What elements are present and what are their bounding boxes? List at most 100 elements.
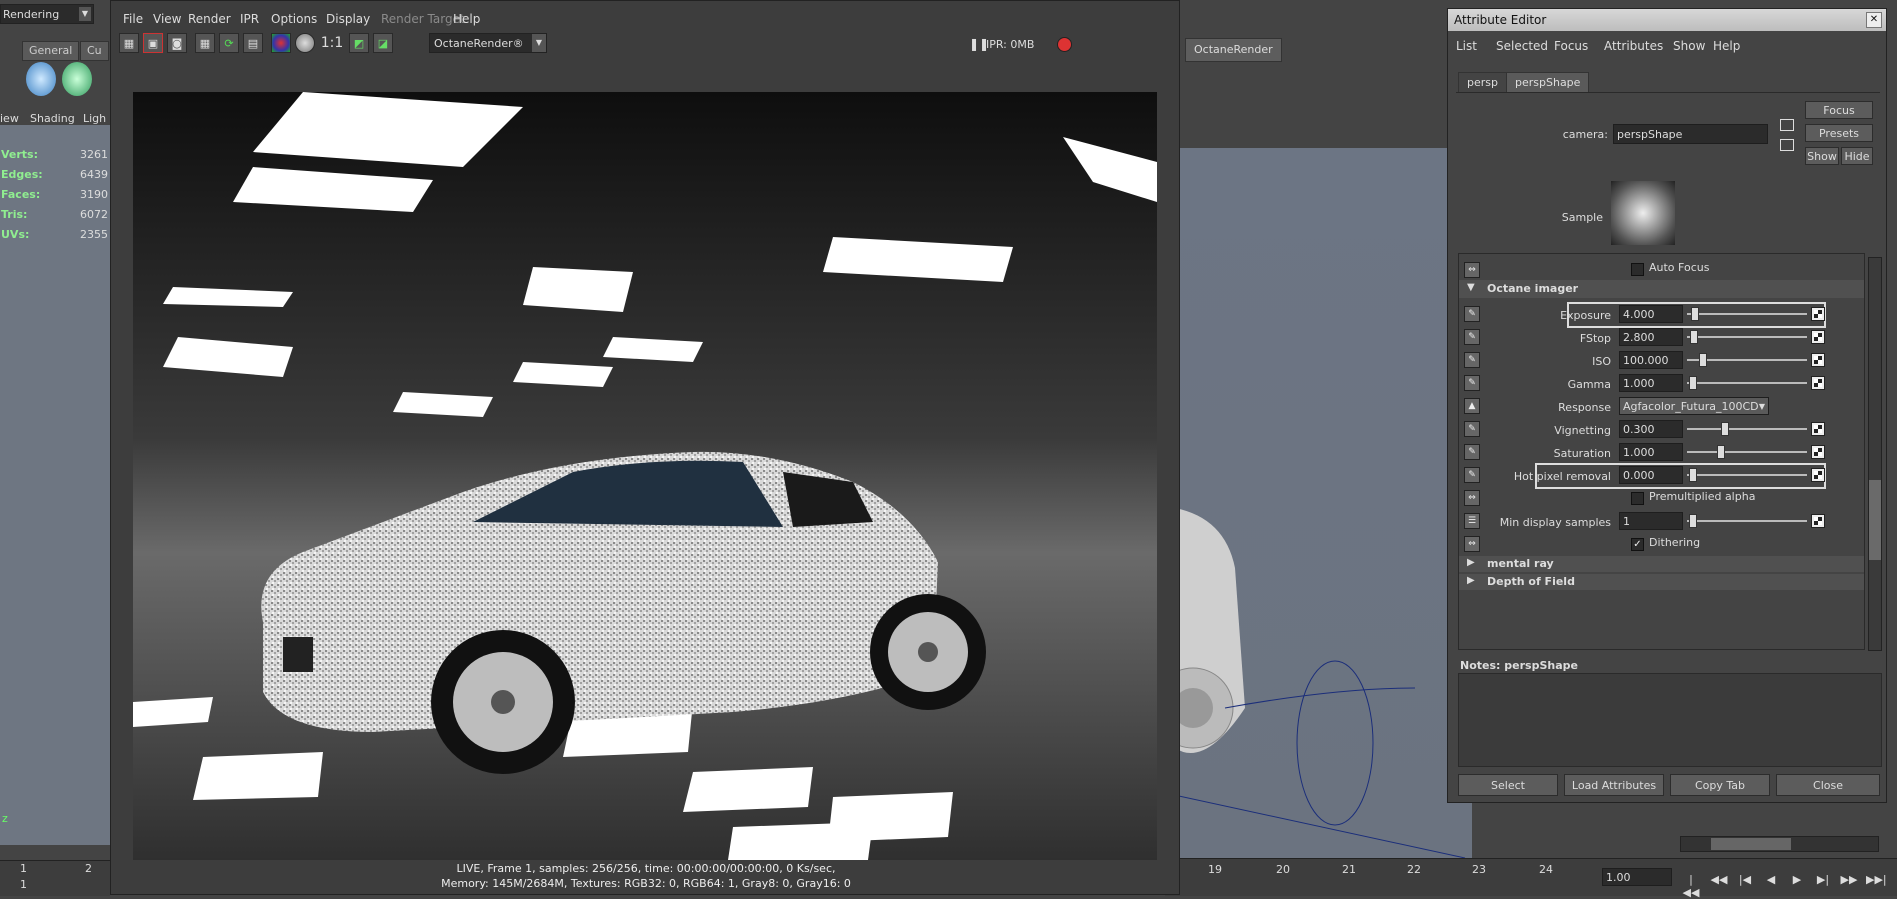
iso-field[interactable]: 100.000 bbox=[1619, 351, 1683, 369]
vignetting-field[interactable]: 0.300 bbox=[1619, 420, 1683, 438]
range-slider-handle[interactable] bbox=[1711, 838, 1791, 850]
panel-menu-view[interactable]: iew bbox=[0, 112, 19, 125]
clapper-icon[interactable]: ▦ bbox=[119, 33, 139, 53]
range-slider[interactable] bbox=[1680, 836, 1879, 852]
notes-textarea[interactable] bbox=[1458, 673, 1882, 767]
render-shelf-icon[interactable] bbox=[26, 62, 56, 96]
premultiplied-alpha-checkbox[interactable] bbox=[1631, 492, 1644, 505]
rendered-image[interactable] bbox=[133, 92, 1157, 860]
fstop-keyable-icon[interactable]: ✎ bbox=[1464, 329, 1480, 345]
step-forward-frame-icon[interactable]: ▶| bbox=[1814, 873, 1832, 889]
perspective-viewport-right[interactable] bbox=[1165, 148, 1472, 858]
attribute-editor-titlebar[interactable]: Attribute Editor bbox=[1448, 9, 1886, 31]
alpha-channel-icon[interactable] bbox=[295, 33, 315, 53]
saturation-field[interactable]: 1.000 bbox=[1619, 443, 1683, 461]
hot-pixel-slider-knob[interactable] bbox=[1689, 468, 1697, 482]
menu-file[interactable]: File bbox=[123, 12, 143, 26]
response-dropdown[interactable]: Agfacolor_Futura_100CD ▼ bbox=[1619, 397, 1769, 415]
hot-pixel-field[interactable]: 0.000 bbox=[1619, 466, 1683, 484]
rgb-channels-icon[interactable] bbox=[271, 33, 291, 53]
renderer-dropdown[interactable]: OctaneRender® ▼ bbox=[429, 33, 547, 53]
current-time-field[interactable]: 1.00 bbox=[1602, 868, 1672, 886]
exposure-map-button[interactable] bbox=[1811, 307, 1825, 321]
iso-keyable-icon[interactable]: ✎ bbox=[1464, 352, 1480, 368]
hide-button[interactable]: Hide bbox=[1841, 147, 1873, 165]
real-size-button[interactable]: 1:1 bbox=[319, 33, 345, 53]
input-connection-icon[interactable] bbox=[1780, 119, 1794, 131]
menu-ipr[interactable]: IPR bbox=[240, 12, 259, 26]
min-display-map-button[interactable] bbox=[1811, 514, 1825, 528]
gamma-slider[interactable] bbox=[1687, 382, 1807, 384]
ae-menu-show[interactable]: Show bbox=[1673, 39, 1705, 53]
attribute-scroll-area[interactable]: ⇔ Auto Focus ▼ Octane imager ✎ Exposure … bbox=[1458, 253, 1865, 650]
menu-help[interactable]: Help bbox=[453, 12, 480, 26]
menu-display[interactable]: Display bbox=[326, 12, 370, 26]
shelf-tab-octanerender[interactable]: OctaneRender bbox=[1185, 38, 1282, 62]
saturation-keyable-icon[interactable]: ✎ bbox=[1464, 444, 1480, 460]
ae-menu-selected[interactable]: Selected bbox=[1496, 39, 1548, 53]
menu-render[interactable]: Render bbox=[188, 12, 231, 26]
min-display-slider-knob[interactable] bbox=[1689, 514, 1697, 528]
saturation-slider[interactable] bbox=[1687, 451, 1807, 453]
vignetting-keyable-icon[interactable]: ✎ bbox=[1464, 421, 1480, 437]
step-back-frame-icon[interactable]: |◀ bbox=[1736, 873, 1754, 889]
fstop-map-button[interactable] bbox=[1811, 330, 1825, 344]
vignetting-map-button[interactable] bbox=[1811, 422, 1825, 436]
ae-menu-focus[interactable]: Focus bbox=[1554, 39, 1588, 53]
tab-persp[interactable]: persp bbox=[1458, 72, 1507, 93]
exposure-field[interactable]: 4.000 bbox=[1619, 305, 1683, 323]
play-backward-icon[interactable]: ◀ bbox=[1762, 873, 1780, 889]
step-back-key-icon[interactable]: ◀◀ bbox=[1710, 873, 1728, 889]
min-display-field[interactable]: 1 bbox=[1619, 512, 1683, 530]
hot-pixel-map-button[interactable] bbox=[1811, 468, 1825, 482]
dithering-checkbox[interactable]: ✓ bbox=[1631, 538, 1644, 551]
row-toggle-icon[interactable]: ⇔ bbox=[1464, 536, 1480, 552]
close-button[interactable]: Close bbox=[1776, 774, 1880, 796]
load-attributes-button[interactable]: Load Attributes bbox=[1564, 774, 1664, 796]
ae-menu-list[interactable]: List bbox=[1456, 39, 1477, 53]
saturation-map-button[interactable] bbox=[1811, 445, 1825, 459]
output-connection-icon[interactable] bbox=[1780, 139, 1794, 151]
ae-menu-attributes[interactable]: Attributes bbox=[1604, 39, 1663, 53]
vignetting-slider[interactable] bbox=[1687, 428, 1807, 430]
timeline-left[interactable] bbox=[0, 860, 110, 896]
tab-perspshape[interactable]: perspShape bbox=[1506, 72, 1590, 93]
row-toggle-icon[interactable]: ⇔ bbox=[1464, 262, 1480, 278]
shelf-tab-custom[interactable]: Cu bbox=[80, 41, 109, 61]
min-display-slider[interactable] bbox=[1687, 520, 1807, 522]
step-forward-key-icon[interactable]: ▶▶ bbox=[1840, 873, 1858, 889]
keep-image-icon[interactable]: ◩ bbox=[349, 33, 369, 53]
fstop-slider[interactable] bbox=[1687, 336, 1807, 338]
panel-menu-shading[interactable]: Shading bbox=[30, 112, 75, 125]
render-settings-icon[interactable]: ▤ bbox=[243, 33, 263, 53]
stop-render-icon[interactable] bbox=[1057, 37, 1072, 52]
row-toggle-icon[interactable]: ⇔ bbox=[1464, 490, 1480, 506]
menu-options[interactable]: Options bbox=[271, 12, 317, 26]
iso-slider-knob[interactable] bbox=[1699, 353, 1707, 367]
gamma-slider-knob[interactable] bbox=[1689, 376, 1697, 390]
ipr-clapper-icon[interactable]: ▦ bbox=[195, 33, 215, 53]
exposure-slider-knob[interactable] bbox=[1691, 307, 1699, 321]
mode-dropdown[interactable]: Rendering ▼ bbox=[0, 4, 94, 24]
ipr-shelf-icon[interactable] bbox=[62, 62, 92, 96]
gamma-keyable-icon[interactable]: ✎ bbox=[1464, 375, 1480, 391]
gamma-map-button[interactable] bbox=[1811, 376, 1825, 390]
vignetting-slider-knob[interactable] bbox=[1721, 422, 1729, 436]
gamma-field[interactable]: 1.000 bbox=[1619, 374, 1683, 392]
hot-pixel-slider[interactable] bbox=[1687, 474, 1807, 476]
play-forward-icon[interactable]: ▶ bbox=[1788, 873, 1806, 889]
shelf-tab-general[interactable]: General bbox=[22, 41, 80, 61]
exposure-keyable-icon[interactable]: ✎ bbox=[1464, 306, 1480, 322]
menu-view[interactable]: View bbox=[153, 12, 181, 26]
copy-tab-button[interactable]: Copy Tab bbox=[1670, 774, 1770, 796]
camera-name-field[interactable]: perspShape bbox=[1613, 124, 1768, 144]
fstop-slider-knob[interactable] bbox=[1690, 330, 1698, 344]
attribute-scrollbar-thumb[interactable] bbox=[1869, 480, 1881, 560]
attribute-scrollbar[interactable] bbox=[1868, 257, 1882, 651]
go-to-end-icon[interactable]: ▶▶| bbox=[1866, 873, 1887, 889]
min-display-keyable-icon[interactable]: ☰ bbox=[1464, 513, 1480, 529]
snapshot-icon[interactable]: ◙ bbox=[167, 33, 187, 53]
focus-button[interactable]: Focus bbox=[1805, 101, 1873, 119]
panel-menu-lighting[interactable]: Ligh bbox=[83, 112, 106, 125]
refresh-icon[interactable]: ⟳ bbox=[219, 33, 239, 53]
